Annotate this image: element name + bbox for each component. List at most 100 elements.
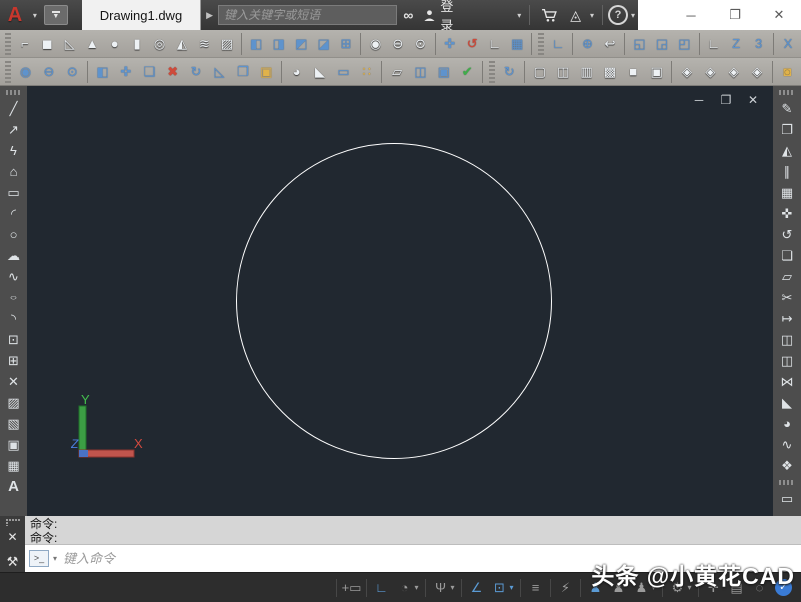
- move-icon[interactable]: ✜: [776, 203, 798, 224]
- copy-faces-icon[interactable]: ❐: [231, 60, 254, 84]
- quick-access-dropdown-button[interactable]: ▼: [43, 5, 68, 25]
- graphics-performance-icon[interactable]: ✓: [775, 579, 792, 596]
- tab-scroll-arrow-icon[interactable]: ▶: [201, 10, 218, 21]
- revcloud-icon[interactable]: ☁: [3, 245, 25, 266]
- scale-icon[interactable]: ❏: [776, 245, 798, 266]
- vs-2dwireframe-icon[interactable]: ▢: [528, 60, 551, 84]
- drawing-close-button[interactable]: ✕: [746, 93, 760, 107]
- polyline-icon[interactable]: ϟ: [3, 140, 25, 161]
- join-icon[interactable]: ⋈: [776, 371, 798, 392]
- subtract-icon[interactable]: ⊖: [387, 32, 409, 56]
- command-prompt-button[interactable]: >_: [29, 550, 49, 567]
- gradient-icon[interactable]: ▧: [3, 413, 25, 434]
- extra-tool-icon[interactable]: ▭: [776, 488, 798, 509]
- vs-hidden-icon[interactable]: ▥: [575, 60, 598, 84]
- erase-icon[interactable]: ✎: [776, 98, 798, 119]
- ucs-origin-icon[interactable]: ∟: [702, 32, 724, 56]
- search-binoculars-icon[interactable]: ∞: [397, 7, 419, 23]
- check-solid-icon[interactable]: ✔: [456, 60, 479, 84]
- loft-icon[interactable]: ◪: [312, 32, 334, 56]
- extrude-faces-icon[interactable]: ◧: [91, 60, 114, 84]
- isolate-objects-icon[interactable]: ◌: [748, 576, 771, 600]
- infer-constraints-icon[interactable]: +▭: [340, 576, 363, 600]
- drawing-circle[interactable]: [236, 143, 552, 459]
- rotate-icon[interactable]: ↺: [776, 224, 798, 245]
- torus-icon[interactable]: ◎: [148, 32, 170, 56]
- ucs-world-icon[interactable]: ⊕: [576, 32, 598, 56]
- annotation-visibility-icon[interactable]: ♟: [584, 576, 607, 600]
- minimize-button[interactable]: ─: [669, 8, 713, 23]
- taper-faces-icon[interactable]: ◺: [208, 60, 231, 84]
- fillet-icon[interactable]: ◕: [776, 413, 798, 434]
- maximize-button[interactable]: ❐: [713, 7, 757, 23]
- sweep-icon[interactable]: ◨: [268, 32, 290, 56]
- polysolid-icon[interactable]: ⌐: [14, 32, 36, 56]
- color-edges-icon[interactable]: ∷: [355, 60, 378, 84]
- vs-shaded-edges-icon[interactable]: ▣: [645, 60, 668, 84]
- array-3d-icon[interactable]: ▦: [506, 32, 528, 56]
- vs-sketchy-icon[interactable]: ◈: [699, 60, 722, 84]
- polar-dropdown-icon[interactable]: ▾: [411, 576, 422, 600]
- intersect-icon[interactable]: ⊙: [409, 32, 431, 56]
- gizmo-move-icon[interactable]: ✜: [439, 32, 461, 56]
- toolbar-grip[interactable]: [5, 32, 11, 55]
- drawing-restore-button[interactable]: ❐: [719, 93, 733, 107]
- polygon-icon[interactable]: ⌂: [3, 161, 25, 182]
- table-icon[interactable]: ▦: [3, 455, 25, 476]
- command-history[interactable]: 命令: 命令:: [25, 516, 801, 545]
- toolbar-grip[interactable]: [779, 480, 795, 485]
- drawing-canvas[interactable]: ─ ❐ ✕ Y X Z: [27, 86, 773, 516]
- mirror-icon[interactable]: ◭: [776, 140, 798, 161]
- render-icon[interactable]: ◙: [776, 60, 799, 84]
- cone-icon[interactable]: ▲: [81, 32, 103, 56]
- osnap-tracking-icon[interactable]: ∠: [465, 576, 488, 600]
- arc-icon[interactable]: ◜: [3, 203, 25, 224]
- presspull-icon[interactable]: ◧: [245, 32, 267, 56]
- helix-icon[interactable]: ≋: [193, 32, 215, 56]
- annotation-scale-dropdown-icon[interactable]: ▾: [648, 576, 659, 600]
- blend-curves-icon[interactable]: ∿: [776, 434, 798, 455]
- vs-wireframe-icon[interactable]: ◫: [551, 60, 574, 84]
- help-icon[interactable]: ?: [608, 5, 628, 25]
- ucs-rotate-x-icon[interactable]: X: [777, 32, 799, 56]
- quick-properties-icon[interactable]: ▤: [725, 576, 748, 600]
- offset-faces-icon[interactable]: ❏: [138, 60, 161, 84]
- region-icon[interactable]: ▣: [3, 434, 25, 455]
- toolbar-grip[interactable]: [538, 32, 544, 55]
- command-grip[interactable]: [5, 519, 20, 526]
- ucs-previous-icon[interactable]: ↩: [599, 32, 621, 56]
- construction-line-icon[interactable]: ↗: [3, 119, 25, 140]
- ortho-icon[interactable]: ∟: [370, 576, 393, 600]
- ucs-zaxis-icon[interactable]: Z: [725, 32, 747, 56]
- union-solid-icon[interactable]: ◉: [14, 60, 37, 84]
- point-icon[interactable]: ✕: [3, 371, 25, 392]
- planar-surface-icon[interactable]: ▨: [216, 32, 238, 56]
- spline-icon[interactable]: ∿: [3, 266, 25, 287]
- command-close-icon[interactable]: ✕: [7, 530, 17, 544]
- autoscale-icon[interactable]: ♟: [607, 576, 630, 600]
- command-input[interactable]: [61, 550, 801, 567]
- isodraft-dropdown-icon[interactable]: ▾: [447, 576, 458, 600]
- revolve-icon[interactable]: ◩: [290, 32, 312, 56]
- cart-icon[interactable]: [535, 8, 564, 23]
- a360-icon[interactable]: ◬: [564, 7, 587, 24]
- move-faces-icon[interactable]: ✜: [114, 60, 137, 84]
- stretch-icon[interactable]: ▱: [776, 266, 798, 287]
- copy-edges-icon[interactable]: ▭: [332, 60, 355, 84]
- vs-other-icon[interactable]: ◈: [745, 60, 768, 84]
- chamfer-icon[interactable]: ◣: [776, 392, 798, 413]
- box-icon[interactable]: ◼: [36, 32, 58, 56]
- ucs-view-icon[interactable]: ◰: [673, 32, 695, 56]
- fillet-edge-icon[interactable]: ◕: [285, 60, 308, 84]
- drawing-minimize-button[interactable]: ─: [692, 93, 706, 107]
- wedge-icon[interactable]: ◺: [59, 32, 81, 56]
- vs-gray-icon[interactable]: ◈: [675, 60, 698, 84]
- vs-realistic-icon[interactable]: ▩: [598, 60, 621, 84]
- ucs-icon-button[interactable]: ∟: [547, 32, 569, 56]
- subtract-solid-icon[interactable]: ⊖: [37, 60, 60, 84]
- break-at-point-icon[interactable]: ◫: [776, 329, 798, 350]
- gizmo-scale-icon[interactable]: ∟: [483, 32, 505, 56]
- array-icon[interactable]: ▦: [776, 182, 798, 203]
- rotate-faces-icon[interactable]: ↻: [184, 60, 207, 84]
- ucs-3point-icon[interactable]: 3: [747, 32, 769, 56]
